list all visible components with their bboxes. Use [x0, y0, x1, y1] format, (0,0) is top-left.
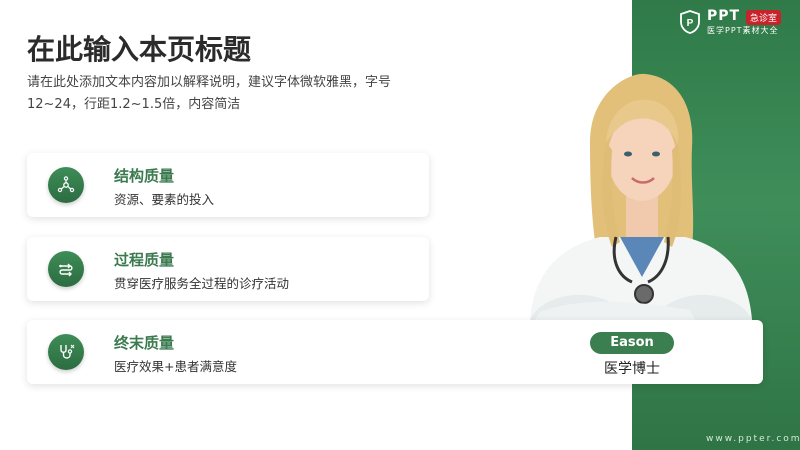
card-heading: 终末质量 [114, 334, 175, 352]
process-loop-icon [48, 251, 84, 287]
card-heading: 结构质量 [114, 167, 175, 185]
svg-text:P: P [687, 18, 694, 29]
network-icon [48, 167, 84, 203]
page-description: 请在此处添加文本内容加以解释说明，建议字体微软雅黑，字号12~24，行距1.2~… [27, 75, 392, 112]
shield-logo-icon: P [680, 10, 700, 34]
card-text: 资源、要素的投入 [114, 192, 215, 207]
card-process-quality: 过程质量 贯穿医疗服务全过程的诊疗活动 [27, 237, 429, 301]
logo-text: PPT [707, 8, 741, 24]
page-title: 在此输入本页标题 [27, 33, 252, 66]
stethoscope-icon [48, 334, 84, 370]
person-role: 医学博士 [604, 361, 660, 377]
card-text: 贯穿医疗服务全过程的诊疗活动 [114, 276, 290, 291]
website-url: www.ppter.com [706, 434, 800, 444]
card-heading: 过程质量 [114, 251, 175, 269]
person-name-badge: Eason [590, 332, 674, 354]
doctor-portrait-image [530, 73, 752, 320]
card-text: 医疗效果+患者满意度 [114, 359, 237, 374]
card-structure-quality: 结构质量 资源、要素的投入 [27, 153, 429, 217]
logo-badge: 急诊室 [746, 10, 782, 25]
brand-logo: P PPT 急诊室 医学PPT素材大全 [680, 8, 795, 36]
logo-tagline: 医学PPT素材大全 [707, 26, 779, 35]
